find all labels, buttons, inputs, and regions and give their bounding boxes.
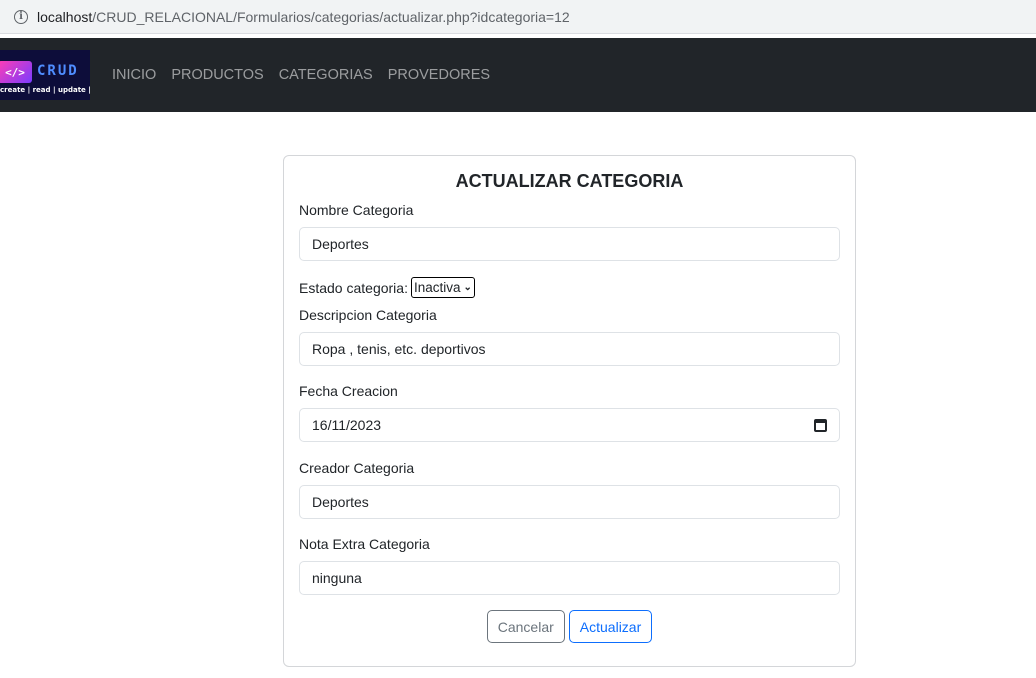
code-icon: </> xyxy=(0,61,32,83)
url-host: localhost xyxy=(37,8,93,25)
fecha-value: 16/11/2023 xyxy=(312,417,382,433)
nota-input[interactable]: ninguna xyxy=(299,561,840,595)
form-actions: Cancelar Actualizar xyxy=(299,610,840,643)
estado-selected-value: Inactiva xyxy=(413,280,461,295)
browser-address-bar[interactable]: i localhost/CRUD_RELACIONAL/Formularios/… xyxy=(0,0,1036,34)
nav-link-categorias[interactable]: CATEGORIAS xyxy=(279,67,373,83)
creador-input[interactable]: Deportes xyxy=(299,485,840,519)
estado-label: Estado categoria: xyxy=(299,279,408,296)
nombre-label: Nombre Categoria xyxy=(299,202,414,218)
crud-logo[interactable]: </> CRUD create | read | update | delete xyxy=(0,50,90,100)
creador-label: Creador Categoria xyxy=(299,460,415,476)
nota-label: Nota Extra Categoria xyxy=(299,536,430,552)
fecha-label: Fecha Creacion xyxy=(299,383,398,399)
descripcion-input[interactable]: Ropa , tenis, etc. deportivos xyxy=(299,332,840,366)
nav-link-provedores[interactable]: PROVEDORES xyxy=(388,67,490,83)
logo-text: CRUD xyxy=(37,63,79,79)
update-category-card: ACTUALIZAR CATEGORIA Nombre Categoria De… xyxy=(283,155,856,667)
url-path: /CRUD_RELACIONAL/Formularios/categorias/… xyxy=(92,8,570,25)
nav-links: INICIO PRODUCTOS CATEGORIAS PROVEDORES xyxy=(112,67,505,83)
fecha-input[interactable]: 16/11/2023 xyxy=(299,408,840,442)
estado-row: Estado categoria: Inactiva ⌄ xyxy=(299,277,840,298)
navbar: </> CRUD create | read | update | delete… xyxy=(0,38,1036,112)
logo-tagline: create | read | update | delete xyxy=(0,86,90,94)
estado-select[interactable]: Inactiva ⌄ xyxy=(410,277,475,298)
info-icon[interactable]: i xyxy=(14,9,28,24)
chevron-down-icon: ⌄ xyxy=(463,282,472,293)
cancel-button[interactable]: Cancelar xyxy=(486,610,565,643)
descripcion-label: Descripcion Categoria xyxy=(299,307,437,323)
nav-link-inicio[interactable]: INICIO xyxy=(112,67,156,83)
url-text[interactable]: localhost/CRUD_RELACIONAL/Formularios/ca… xyxy=(37,9,570,25)
nav-link-productos[interactable]: PRODUCTOS xyxy=(171,67,263,83)
calendar-icon[interactable] xyxy=(814,418,827,432)
update-button[interactable]: Actualizar xyxy=(568,610,653,643)
form-title: ACTUALIZAR CATEGORIA xyxy=(455,171,684,191)
nombre-input[interactable]: Deportes xyxy=(299,227,840,261)
